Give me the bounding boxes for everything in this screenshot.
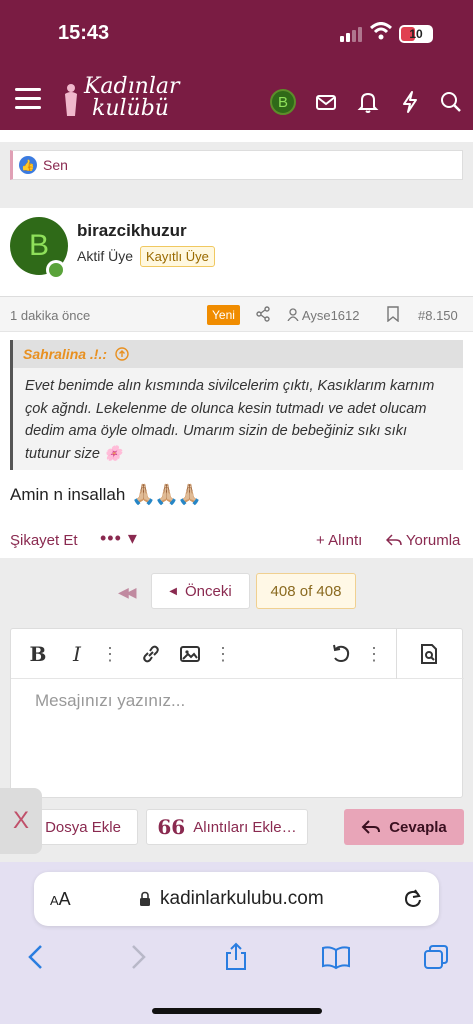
report-link[interactable]: Şikayet Et <box>10 532 78 549</box>
more-formatting-icon[interactable]: ⋮ <box>101 641 119 667</box>
reply-editor: B I ⋮ ⋮ ⋮ Mesajınızı yazınız... <box>10 628 464 798</box>
quote-header[interactable]: Sahralina .!.: <box>13 340 463 368</box>
link-icon[interactable] <box>139 641 163 667</box>
back-icon[interactable] <box>22 942 52 972</box>
previous-post-actions <box>0 130 473 142</box>
arrow-up-circle-icon <box>115 347 129 361</box>
wifi-icon <box>370 22 392 40</box>
lock-icon <box>140 891 150 906</box>
quote-author: Sahralina .!.: <box>23 346 108 362</box>
quote-block: Sahralina .!.: Evet benimde alın kısmınd… <box>10 340 463 470</box>
close-editor-button[interactable]: X <box>0 788 42 854</box>
reload-icon[interactable] <box>402 888 424 910</box>
submit-reply-button[interactable]: Cevapla <box>344 809 464 845</box>
post-actions: Şikayet Et ••• ▾ + Alıntı Yorumla <box>0 518 473 558</box>
browser-toolbar: AA kadinlarkulubu.com <box>0 862 473 1024</box>
share-sheet-icon[interactable] <box>221 942 251 972</box>
search-icon[interactable] <box>437 88 465 116</box>
quoted-user-link[interactable]: Ayse1612 <box>287 308 360 323</box>
italic-icon[interactable]: I <box>66 641 88 667</box>
pagination: ◀◀ ◀ Önceki 408 of 408 <box>0 560 473 622</box>
bookmark-icon[interactable] <box>387 306 399 322</box>
reply-icon <box>385 534 402 546</box>
logo-figure-icon <box>65 84 77 116</box>
post-number[interactable]: #8.150 <box>418 308 458 323</box>
tabs-icon[interactable] <box>421 942 451 972</box>
preview-icon[interactable] <box>417 641 441 667</box>
more-options-icon[interactable]: ••• ▾ <box>100 528 138 549</box>
reaction-summary[interactable]: 👍 Sen <box>10 150 463 180</box>
first-page-icon[interactable]: ◀◀ <box>118 584 136 601</box>
chevron-left-icon: ◀ <box>169 585 177 597</box>
more-insert-icon[interactable]: ⋮ <box>214 641 232 667</box>
previous-page-button[interactable]: ◀ Önceki <box>151 573 250 609</box>
like-icon: 👍 <box>19 156 37 174</box>
menu-icon[interactable] <box>15 88 41 110</box>
reply-link[interactable]: Yorumla <box>385 532 460 549</box>
bell-icon[interactable] <box>354 88 382 116</box>
reaction-text: Sen <box>43 157 68 173</box>
battery-icon: 10 <box>399 25 433 43</box>
post-meta-bar: 1 dakika önce Yeni Ayse1612 #8.150 <box>0 296 473 332</box>
insert-quotes-button[interactable]: 66 Alıntıları Ekle… <box>146 809 308 845</box>
signal-icon <box>340 27 362 42</box>
share-icon[interactable] <box>255 306 271 322</box>
author-username[interactable]: birazcikhuzur <box>77 221 187 241</box>
editor-actions: Dosya Ekle 66 Alıntıları Ekle… Cevapla <box>0 800 473 860</box>
praying-hands-emoji: 🙏🏼🙏🏼🙏🏼 <box>131 484 202 506</box>
clock: 15:43 <box>58 22 110 44</box>
undo-icon[interactable] <box>329 641 353 667</box>
quote-link[interactable]: + Alıntı <box>316 532 362 549</box>
home-indicator <box>152 1008 322 1014</box>
user-avatar[interactable]: B <box>270 89 296 115</box>
image-icon[interactable] <box>178 641 202 667</box>
post-time[interactable]: 1 dakika önce <box>10 308 90 323</box>
site-logo[interactable]: Kadınlar kulübü <box>62 76 180 120</box>
forum-post: B birazcikhuzur Aktif Üye Kayıtlı Üye 1 … <box>0 208 473 558</box>
current-page-indicator[interactable]: 408 of 408 <box>256 573 356 609</box>
member-badge: Kayıtlı Üye <box>140 246 215 267</box>
new-badge: Yeni <box>207 305 240 325</box>
reader-settings-button[interactable]: AA <box>50 889 71 910</box>
bold-icon[interactable]: B <box>27 641 49 667</box>
post-message-text: Amin n insallah <box>10 484 126 504</box>
more-options-icon[interactable]: ⋮ <box>365 641 383 667</box>
online-status-icon <box>46 260 66 280</box>
quote-text: Evet benimde alın kısmında sivilcelerim … <box>25 378 435 462</box>
message-input[interactable]: Mesajınızı yazınız... <box>35 691 185 711</box>
editor-toolbar: B I ⋮ ⋮ ⋮ <box>11 629 464 679</box>
user-icon <box>287 308 299 322</box>
status-bar: 15:43 10 <box>0 0 473 70</box>
quote-icon: 66 <box>157 815 186 839</box>
address-bar[interactable]: AA kadinlarkulubu.com <box>34 872 439 926</box>
post-author-info: B birazcikhuzur Aktif Üye Kayıtlı Üye <box>0 208 473 296</box>
author-role: Aktif Üye <box>77 248 134 264</box>
attach-file-button[interactable]: Dosya Ekle <box>28 809 138 845</box>
inbox-icon[interactable] <box>312 88 340 116</box>
lightning-icon[interactable] <box>396 88 424 116</box>
post-message: Amin n insallah 🙏🏼🙏🏼🙏🏼 <box>10 482 202 507</box>
forward-icon[interactable] <box>122 942 152 972</box>
toolbar-divider <box>396 629 397 679</box>
url-text[interactable]: kadinlarkulubu.com <box>160 888 324 910</box>
bookmarks-icon[interactable] <box>321 942 351 972</box>
reply-arrow-icon <box>361 820 381 834</box>
